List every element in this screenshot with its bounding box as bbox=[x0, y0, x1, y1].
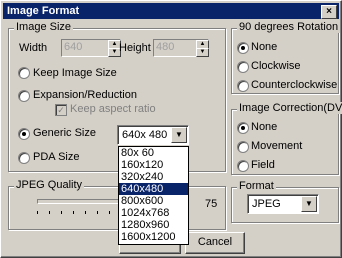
expansion-radio[interactable] bbox=[18, 90, 30, 102]
generic-size-radio[interactable] bbox=[18, 128, 30, 140]
slider-tick bbox=[49, 211, 50, 214]
size-option[interactable]: 320x240 bbox=[119, 171, 188, 183]
generic-size-value: 640x 480 bbox=[122, 129, 168, 141]
correction-radio[interactable] bbox=[237, 122, 249, 134]
dialog-title: Image Format bbox=[7, 5, 80, 17]
rotation-option-label[interactable]: None bbox=[251, 41, 277, 53]
size-option[interactable]: 1024x768 bbox=[119, 207, 188, 219]
slider-tick bbox=[97, 211, 98, 214]
rotation-legend: 90 degrees Rotation bbox=[237, 21, 341, 33]
slider-tick bbox=[37, 211, 38, 214]
width-label: Width bbox=[19, 42, 48, 54]
chevron-down-icon[interactable]: ▼ bbox=[301, 196, 317, 212]
correction-option-label[interactable]: Field bbox=[251, 159, 275, 171]
size-option[interactable]: 80x 60 bbox=[119, 147, 188, 159]
slider-tick bbox=[109, 211, 110, 214]
expansion-label[interactable]: Expansion/Reduction bbox=[33, 89, 137, 101]
size-option[interactable]: 800x600 bbox=[119, 195, 188, 207]
height-label: Height bbox=[119, 42, 151, 54]
format-legend: Format bbox=[237, 180, 276, 192]
image-format-dialog: Image Format × Image Size Width 640 ▲ ▼ H… bbox=[0, 0, 342, 258]
height-spin-buttons[interactable]: ▲ ▼ bbox=[196, 40, 209, 57]
format-value: JPEG bbox=[252, 198, 281, 210]
generic-size-select[interactable]: 640x 480 ▼ bbox=[117, 125, 189, 145]
correction-option-label[interactable]: None bbox=[251, 121, 277, 133]
keep-size-label[interactable]: Keep Image Size bbox=[33, 67, 117, 79]
close-button[interactable]: × bbox=[321, 5, 337, 19]
size-option[interactable]: 640x480 bbox=[119, 183, 188, 195]
pda-size-radio[interactable] bbox=[18, 152, 30, 164]
correction-option-label[interactable]: Movement bbox=[251, 140, 302, 152]
height-down-icon[interactable]: ▼ bbox=[196, 48, 209, 57]
generic-size-label[interactable]: Generic Size bbox=[33, 127, 96, 139]
slider-tick bbox=[85, 211, 86, 214]
keep-size-radio[interactable] bbox=[18, 67, 30, 79]
slider-tick bbox=[61, 211, 62, 214]
height-value: 480 bbox=[156, 41, 175, 53]
rotation-radio[interactable] bbox=[237, 80, 249, 92]
correction-radio[interactable] bbox=[237, 160, 249, 172]
width-spinner[interactable]: 640 ▲ ▼ bbox=[61, 39, 121, 57]
slider-tick bbox=[73, 211, 74, 214]
keep-aspect-label[interactable]: Keep aspect ratio bbox=[70, 103, 156, 115]
chevron-down-icon[interactable]: ▼ bbox=[171, 127, 187, 143]
jpeg-quality-group: JPEG Quality bbox=[8, 179, 226, 230]
rotation-option-label[interactable]: Counterclockwise bbox=[251, 79, 337, 91]
size-dropdown-list[interactable]: 80x 60 160x120 320x240 640x480 800x600 1024x7… bbox=[118, 146, 189, 245]
correction-radio[interactable] bbox=[237, 141, 249, 153]
quality-value: 75 bbox=[205, 198, 218, 210]
size-option[interactable]: 1600x1200 bbox=[119, 231, 188, 243]
cancel-button[interactable]: Cancel bbox=[185, 232, 245, 254]
title-bar: Image Format × bbox=[3, 3, 339, 19]
rotation-radio[interactable] bbox=[237, 61, 249, 73]
size-option[interactable]: 1280x960 bbox=[119, 219, 188, 231]
format-select[interactable]: JPEG ▼ bbox=[247, 194, 319, 214]
jpeg-quality-legend: JPEG Quality bbox=[14, 179, 85, 191]
width-value: 640 bbox=[64, 41, 83, 53]
image-size-legend: Image Size bbox=[14, 21, 74, 33]
rotation-radio[interactable] bbox=[237, 42, 249, 54]
keep-aspect-checkbox[interactable]: ✓ bbox=[55, 104, 67, 116]
pda-size-label[interactable]: PDA Size bbox=[33, 151, 79, 163]
rotation-option-label[interactable]: Clockwise bbox=[251, 60, 301, 72]
size-option[interactable]: 160x120 bbox=[119, 159, 188, 171]
height-spinner[interactable]: 480 ▲ ▼ bbox=[153, 39, 209, 57]
correction-legend: Image Correction(DV) bbox=[237, 102, 342, 114]
